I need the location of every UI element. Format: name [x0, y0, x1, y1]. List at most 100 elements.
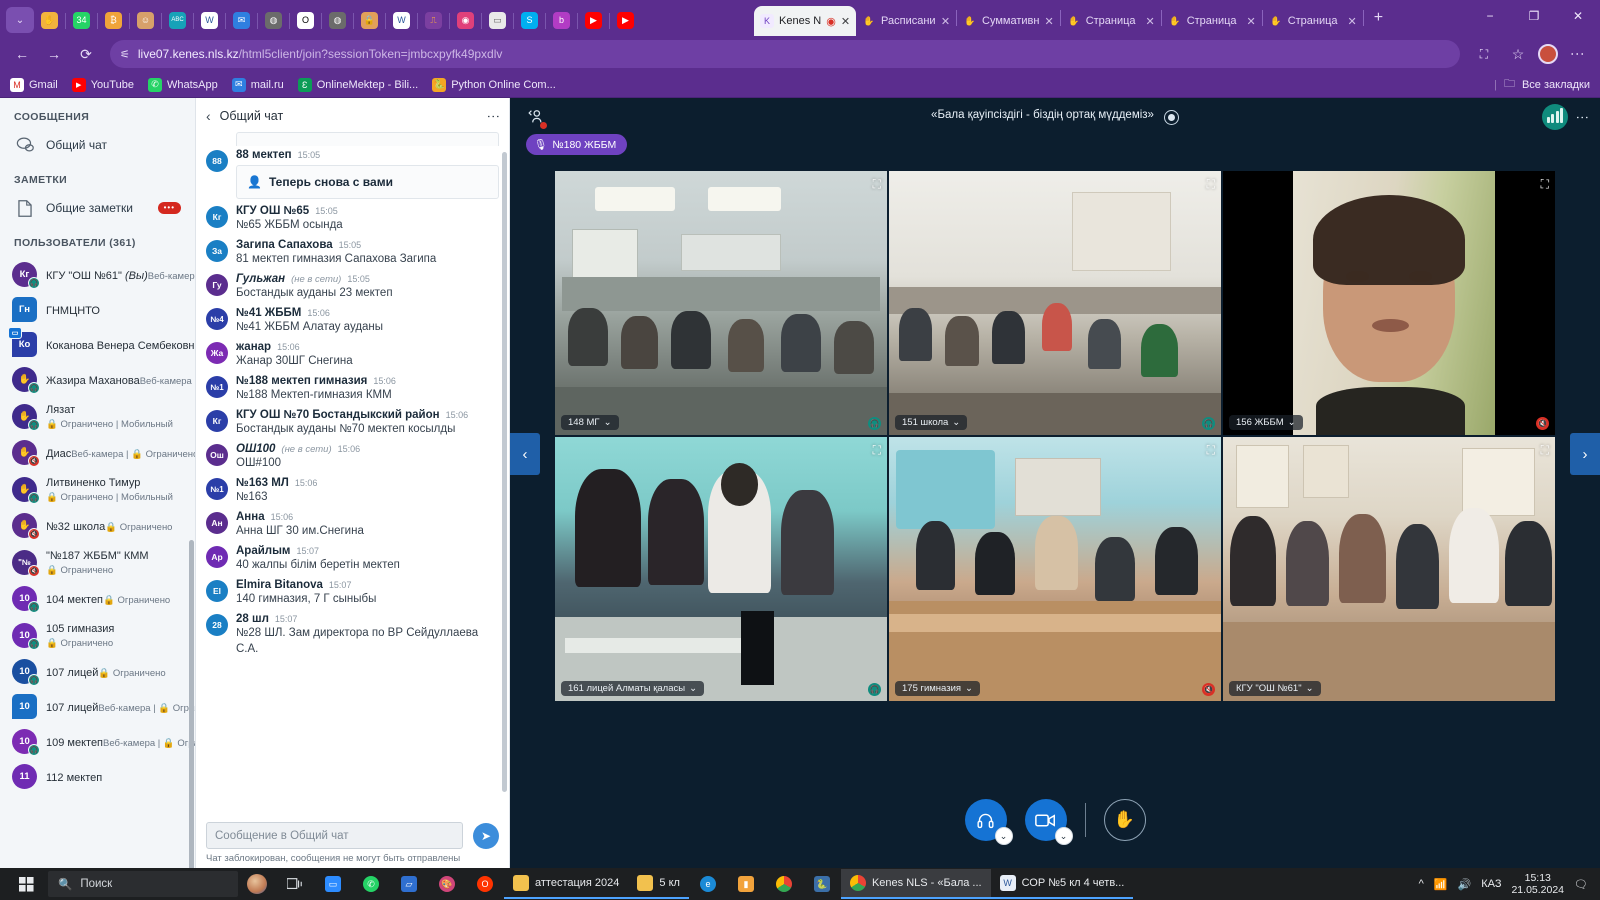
opera-icon[interactable]: O	[466, 869, 504, 899]
taskbar-folder-attestation[interactable]: аттестация 2024	[504, 869, 629, 899]
raise-hand-button[interactable]: ✋	[1103, 799, 1146, 841]
record-icon[interactable]	[1163, 110, 1179, 125]
tray-chevron-icon[interactable]: ^	[1419, 878, 1424, 890]
user-list-item[interactable]: Гн ГНМЦНТО	[0, 292, 195, 327]
bookmark-onlinemektep[interactable]: Ɛ OnlineMektep - Bili...	[297, 77, 418, 92]
user-list-item[interactable]: ✋ 🔇 №32 школа🔒 Ограничено	[0, 508, 195, 543]
back-button[interactable]: ←	[8, 40, 36, 68]
ext-chart-icon[interactable]: ⎍	[425, 11, 442, 29]
chat-messages[interactable]: 88 88 мектеп 15:05 👤 Теперь снова с вами К…	[196, 132, 509, 816]
close-window-button[interactable]: ✕	[1556, 0, 1600, 32]
tune-icon[interactable]: ⚟	[120, 48, 130, 61]
tab-close-icon[interactable]: ✕	[1044, 15, 1053, 28]
volume-icon[interactable]: 🔊	[1458, 878, 1472, 891]
tile-label[interactable]: 148 МГ ⌄	[561, 415, 619, 430]
bookmarks-overflow[interactable]: | 🗀 Все закладки	[1494, 75, 1590, 94]
user-list-item[interactable]: 10🎧 109 мектепВеб-камера | 🔒 Ограничено	[0, 724, 195, 759]
kebab-icon[interactable]: ⋮	[1564, 40, 1592, 68]
zoom-icon[interactable]: ▭	[314, 869, 352, 899]
ext-word-2-icon[interactable]: W	[393, 11, 410, 29]
chat-scrollbar[interactable]	[502, 152, 507, 792]
ext-youtube-icon[interactable]: ▶	[585, 11, 602, 29]
vpn-icon[interactable]: ▮	[727, 869, 765, 899]
tab-close-icon[interactable]: ✕	[1347, 15, 1356, 28]
browser-tab-2[interactable]: ✋ Суммативн ✕	[957, 6, 1060, 36]
user-list-item[interactable]: ✋🔇 ДиасВеб-камера | 🔒 Ограничено | Mo...	[0, 435, 195, 470]
tile-label[interactable]: КГУ "ОШ №61" ⌄	[1229, 681, 1321, 696]
user-list-item[interactable]: 10 🎧 104 мектеп🔒 Ограничено	[0, 581, 195, 616]
video-tile[interactable]: ⛶ 151 школа ⌄ 🎧	[889, 171, 1221, 435]
fullscreen-icon[interactable]: ⛶	[1207, 177, 1215, 192]
notifications-icon[interactable]: 🗨	[1574, 878, 1588, 891]
ext-pink-icon[interactable]: ◉	[457, 11, 474, 29]
extensions-chevron-icon[interactable]: ⌄	[6, 7, 34, 33]
ext-hand-icon[interactable]: ✋	[41, 11, 58, 29]
screencast-icon[interactable]: ⛶	[1470, 40, 1498, 68]
ext-word-icon[interactable]: W	[201, 11, 218, 29]
chat-message-input[interactable]: Сообщение в Общий чат	[206, 822, 463, 849]
profile-avatar[interactable]	[1538, 44, 1558, 64]
video-tile[interactable]: ⛶ 148 МГ ⌄ 🎧	[555, 171, 887, 435]
fullscreen-icon[interactable]: ⛶	[1207, 443, 1215, 458]
user-list-item[interactable]: 10 🎧 107 лицей🔒 Ограничено	[0, 654, 195, 689]
wifi-icon[interactable]: 📶	[1434, 878, 1448, 891]
bookmark-python[interactable]: 🐍 Python Online Com...	[432, 77, 556, 92]
ext-opera-icon[interactable]: O	[297, 11, 314, 29]
user-list-item[interactable]: 10 🎧 105 гимназия 🔒 Ограничено	[0, 616, 195, 654]
windows-start-button[interactable]	[4, 876, 48, 892]
kebab-icon[interactable]: ⋮	[486, 110, 501, 123]
user-list-item[interactable]: ✋🎧 Жазира МахановаВеб-камера | 🔒 Огранич…	[0, 362, 195, 397]
send-icon[interactable]: ➤	[473, 822, 499, 849]
taskbar-search-box[interactable]: 🔍 Поиск	[48, 871, 238, 897]
video-tile[interactable]: ⛶ 175 гимназия ⌄ 🔇	[889, 437, 1221, 701]
fullscreen-icon[interactable]: ⛶	[1541, 177, 1549, 192]
task-view-icon[interactable]	[276, 869, 314, 899]
tile-label[interactable]: 151 школа ⌄	[895, 415, 968, 430]
manage-users-icon[interactable]	[526, 108, 547, 129]
fullscreen-icon[interactable]: ⛶	[873, 443, 881, 458]
ext-skype-icon[interactable]: S	[521, 11, 538, 29]
ext-grey-globe-icon[interactable]: ◍	[265, 11, 282, 29]
sidebar-item-public-chat[interactable]: Общий чат	[0, 129, 195, 161]
users-list[interactable]: Кг🎧 КГУ "ОШ №61" (Вы)Веб-камера | 🔒 Огра…	[0, 255, 195, 868]
next-page-button[interactable]: ›	[1570, 433, 1600, 475]
user-list-item[interactable]: 11 112 мектеп	[0, 759, 195, 794]
minimize-button[interactable]: −	[1468, 0, 1512, 32]
new-tab-button[interactable]: +	[1364, 9, 1393, 27]
star-icon[interactable]: ☆	[1504, 40, 1532, 68]
sidebar-item-shared-notes[interactable]: Общие заметки •••	[0, 192, 195, 224]
user-list-item[interactable]: Кг🎧 КГУ "ОШ №61" (Вы)Веб-камера | 🔒 Огра…	[0, 257, 195, 292]
taskbar-task-kenes[interactable]: Kenes NLS - «Бала ...	[840, 869, 991, 899]
video-tile[interactable]: ⛶ КГУ "ОШ №61" ⌄	[1223, 437, 1555, 701]
browser-tab-1[interactable]: ✋ Расписани ✕	[856, 6, 956, 36]
kebab-icon[interactable]: ⋮	[1575, 111, 1590, 124]
prev-page-button[interactable]: ‹	[510, 433, 540, 475]
tab-close-icon[interactable]: ✕	[841, 15, 850, 28]
signal-bars-icon[interactable]	[1542, 104, 1568, 130]
user-list-item[interactable]: ✋ 🎧 Лязат 🔒 Ограничено | Мобильный	[0, 397, 195, 435]
browser-tab-5[interactable]: ✋ Страница ✕	[1263, 6, 1363, 36]
ext-whatsapp-icon[interactable]: 34	[73, 11, 90, 29]
fullscreen-icon[interactable]: ⛶	[873, 177, 881, 192]
bookmark-gmail[interactable]: M Gmail	[10, 77, 58, 92]
chrome-icon[interactable]	[765, 869, 803, 899]
taskbar-task-document[interactable]: W СОР №5 кл 4 четв...	[990, 869, 1134, 899]
audio-button[interactable]: ⌄	[964, 799, 1013, 845]
cortana-icon[interactable]	[238, 869, 276, 899]
chevron-down-icon[interactable]: ⌄	[1054, 827, 1073, 845]
taskbar-folder-5kl[interactable]: 5 кл	[628, 869, 689, 899]
ext-mail-icon[interactable]: ✉	[233, 11, 250, 29]
sidebar-scrollbar[interactable]	[189, 540, 194, 868]
video-tile[interactable]: ⛶ 161 лицей Алматы қаласы ⌄ 🎧	[555, 437, 887, 701]
user-list-item[interactable]: Ко ▭ Коканова Венера Сембековна	[0, 327, 195, 362]
fullscreen-icon[interactable]: ⛶	[1541, 443, 1549, 458]
reload-button[interactable]: ⟳	[72, 40, 100, 68]
ext-grey-globe-2-icon[interactable]: ◍	[329, 11, 346, 29]
paint3d-icon[interactable]: 🎨	[428, 869, 466, 899]
edge-icon[interactable]: e	[689, 869, 727, 899]
user-list-item[interactable]: 10 107 лицейВеб-камера | 🔒 Ограничено | …	[0, 689, 195, 724]
browser-tab-4[interactable]: ✋ Страница ✕	[1162, 6, 1262, 36]
browser-tab-3[interactable]: ✋ Страница ✕	[1061, 6, 1161, 36]
bookmark-youtube[interactable]: ▶ YouTube	[71, 77, 134, 92]
forward-button[interactable]: →	[40, 40, 68, 68]
